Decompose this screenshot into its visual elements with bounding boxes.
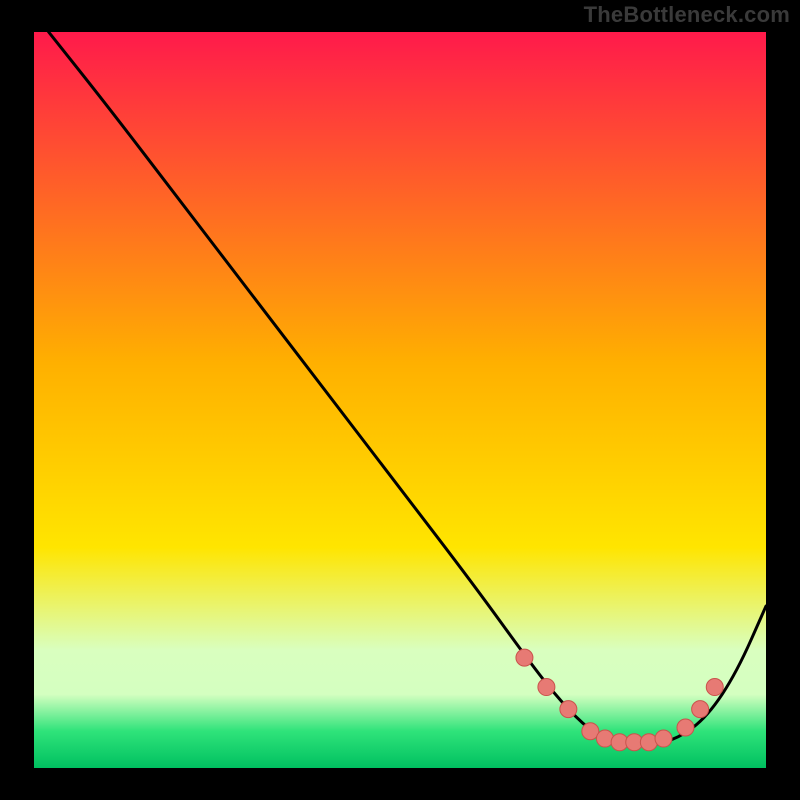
gradient-background <box>34 32 766 768</box>
marker-point <box>692 701 709 718</box>
watermark-text: TheBottleneck.com <box>584 2 790 28</box>
marker-point <box>560 701 577 718</box>
marker-point <box>538 679 555 696</box>
marker-point <box>706 679 723 696</box>
chart-frame: TheBottleneck.com <box>0 0 800 800</box>
plot-area <box>34 32 766 768</box>
marker-point <box>677 719 694 736</box>
marker-point <box>655 730 672 747</box>
chart-svg <box>34 32 766 768</box>
marker-point <box>516 649 533 666</box>
